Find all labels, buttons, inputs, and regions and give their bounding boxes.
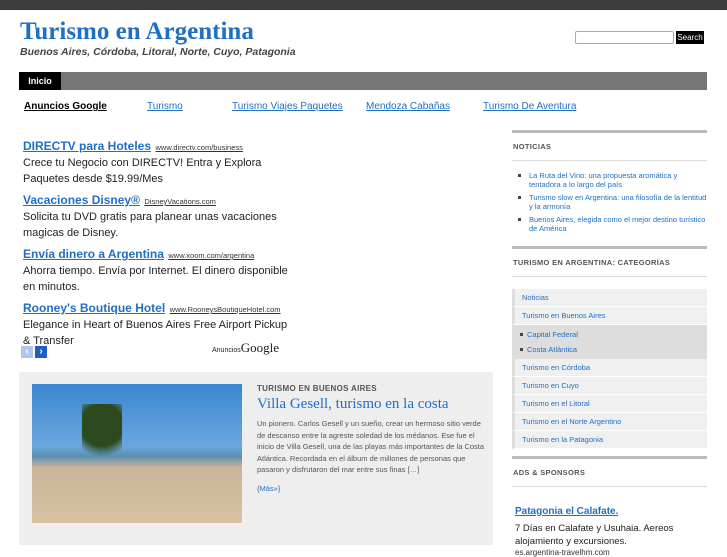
subcategory-list: Capital Federal Costa Atlántica xyxy=(512,325,707,359)
ad-url[interactable]: www.xoom.com/argentina xyxy=(168,251,254,260)
ad-item: Envía dinero a Argentina www.xoom.com/ar… xyxy=(23,245,288,295)
sidebar-sponsors: ADS & SPONSORS Patagonia el Calafate. 7 … xyxy=(512,456,707,557)
subcategory-item[interactable]: Capital Federal xyxy=(515,327,707,342)
post-category[interactable]: TURISMO EN BUENOS AIRES xyxy=(257,384,377,393)
category-item[interactable]: Turismo en Cuyo xyxy=(512,377,707,395)
link-units-heading[interactable]: Anuncios Google xyxy=(24,101,107,112)
category-item[interactable]: Turismo en Córdoba xyxy=(512,359,707,377)
link-unit[interactable]: Turismo xyxy=(147,101,183,112)
category-item[interactable]: Turismo en Buenos Aires xyxy=(512,307,707,325)
ad-title[interactable]: DIRECTV para Hoteles xyxy=(23,139,151,153)
ad-desc: Ahorra tiempo. Envía por Internet. El di… xyxy=(23,265,288,293)
ad-item: DIRECTV para Hoteles www.directv.com/bus… xyxy=(23,137,288,187)
search-button[interactable]: Search xyxy=(676,31,704,44)
palm-tree-image xyxy=(82,404,122,474)
main-nav: Inicio xyxy=(19,72,707,90)
read-more: {Más»} xyxy=(257,484,280,493)
brace: } xyxy=(277,484,281,493)
subcategory-item[interactable]: Costa Atlántica xyxy=(515,342,707,357)
ad-title[interactable]: Rooney's Boutique Hotel xyxy=(23,301,165,315)
featured-post: TURISMO EN BUENOS AIRES Villa Gesell, tu… xyxy=(19,372,493,545)
post-thumbnail[interactable] xyxy=(32,384,242,523)
site-title[interactable]: Turismo en Argentina xyxy=(20,18,254,46)
ad-url[interactable]: DisneyVacations.com xyxy=(144,197,216,206)
category-item[interactable]: Turismo en la Patagonia xyxy=(512,431,707,449)
ad-title[interactable]: Vacaciones Disney® xyxy=(23,193,140,207)
widget-heading: NOTICIAS xyxy=(512,130,707,161)
chevron-right-icon[interactable]: › xyxy=(35,346,47,358)
chevron-left-icon[interactable]: ‹ xyxy=(21,346,33,358)
sidebar-news: NOTICIAS La Ruta del Vino: una propuesta… xyxy=(512,130,707,237)
sidebar-categories: TURISMO EN ARGENTINA: CATEGORÍAS Noticia… xyxy=(512,246,707,449)
link-unit[interactable]: Turismo De Aventura xyxy=(483,101,576,112)
category-item[interactable]: Turismo en el Norte Argentino xyxy=(512,413,707,431)
link-unit[interactable]: Mendoza Cabañas xyxy=(366,101,450,112)
sponsor-desc: 7 Días en Calafate y Usuhaia. Aereos alo… xyxy=(515,523,674,547)
ad-url[interactable]: www.directv.com/business xyxy=(156,143,243,152)
widget-heading: ADS & SPONSORS xyxy=(512,456,707,487)
post-title[interactable]: Villa Gesell, turismo en la costa xyxy=(257,396,449,413)
tab-inicio[interactable]: Inicio xyxy=(19,72,61,90)
widget-heading: TURISMO EN ARGENTINA: CATEGORÍAS xyxy=(512,246,707,277)
sponsor-title[interactable]: Patagonia el Calafate. xyxy=(515,506,618,517)
ad-title[interactable]: Envía dinero a Argentina xyxy=(23,247,164,261)
news-item[interactable]: Turismo slow en Argentina: una filosofía… xyxy=(518,193,707,211)
ad-pager: ‹ › xyxy=(21,341,49,359)
news-item[interactable]: Buenos Aires, elegida como el mejor dest… xyxy=(518,215,707,233)
top-bar xyxy=(0,0,727,10)
ad-url[interactable]: www.RooneysBoutiqueHotel.com xyxy=(170,305,281,314)
ad-item: Vacaciones Disney® DisneyVacations.com So… xyxy=(23,191,288,241)
post-excerpt: Un pionero. Carlos Gesell y un sueño, cr… xyxy=(257,419,485,474)
ads-by-google[interactable]: AnunciosGoogle xyxy=(212,340,279,356)
site-tagline: Buenos Aires, Córdoba, Litoral, Norte, C… xyxy=(20,46,296,58)
category-item[interactable]: Turismo en el Litoral xyxy=(512,395,707,413)
google-ads: DIRECTV para Hoteles www.directv.com/bus… xyxy=(23,137,288,353)
search-input[interactable] xyxy=(575,31,674,44)
ad-desc: Solicita tu DVD gratis para planear unas… xyxy=(23,211,277,239)
ad-desc: Crece tu Negocio con DIRECTV! Entra y Ex… xyxy=(23,157,262,185)
link-unit[interactable]: Turismo Viajes Paquetes xyxy=(232,101,343,112)
news-item[interactable]: La Ruta del Vino: una propuesta aromátic… xyxy=(518,171,707,189)
sponsor-url[interactable]: es.argentina-travelhm.com xyxy=(515,548,707,557)
read-more-link[interactable]: Más» xyxy=(260,484,278,493)
category-item[interactable]: Noticias xyxy=(512,289,707,307)
ads-by-label: Anuncios xyxy=(212,347,241,354)
google-logo: Google xyxy=(240,340,280,355)
